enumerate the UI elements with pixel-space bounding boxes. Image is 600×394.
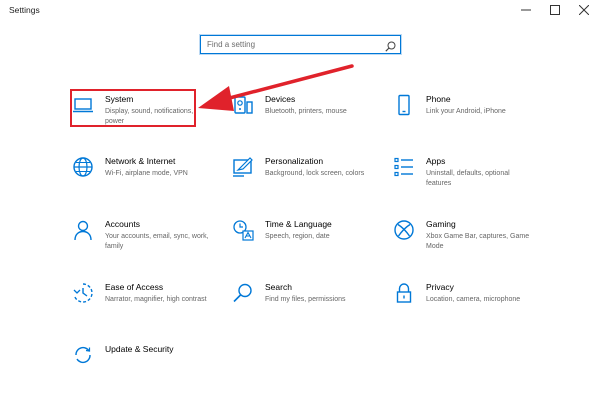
devices-icon xyxy=(232,94,254,116)
apps-list-icon xyxy=(393,156,415,178)
tile-accounts[interactable]: Accounts Your accounts, email, sync, wor… xyxy=(72,219,232,269)
tile-phone[interactable]: Phone Link your Android, iPhone xyxy=(393,94,553,144)
maximize-button[interactable] xyxy=(541,0,569,22)
tile-privacy[interactable]: Privacy Location, camera, microphone xyxy=(393,282,553,332)
search-icon xyxy=(232,282,254,304)
tile-name: Privacy xyxy=(426,282,454,292)
tile-description: Narrator, magnifier, high contrast xyxy=(105,296,207,303)
tile-personalization[interactable]: Personalization Background, lock screen,… xyxy=(232,156,392,206)
tile-devices[interactable]: Devices Bluetooth, printers, mouse xyxy=(232,94,392,144)
title-bar: Settings xyxy=(0,0,600,22)
tile-time-language[interactable]: Time & Language Speech, region, date xyxy=(232,219,392,269)
tile-update-security[interactable]: Update & Security xyxy=(72,344,232,394)
tile-name: Ease of Access xyxy=(105,282,164,292)
maximize-icon xyxy=(550,2,560,20)
tile-ease-of-access[interactable]: Ease of Access Narrator, magnifier, high… xyxy=(72,282,232,332)
ease-of-access-icon xyxy=(72,282,94,304)
minimize-button[interactable] xyxy=(512,0,540,22)
tile-description: Speech, region, date xyxy=(265,233,330,240)
personalization-icon xyxy=(232,156,254,178)
close-icon xyxy=(578,2,590,20)
tile-description: Bluetooth, printers, mouse xyxy=(265,108,347,115)
tile-name: Accounts xyxy=(105,219,140,229)
tile-description: Find my files, permissions xyxy=(265,296,346,303)
tile-apps[interactable]: Apps Uninstall, defaults, optional featu… xyxy=(393,156,553,206)
tile-name: Gaming xyxy=(426,219,456,229)
update-icon xyxy=(72,344,94,366)
lock-icon xyxy=(393,282,415,304)
tile-description: Wi-Fi, airplane mode, VPN xyxy=(105,170,188,177)
close-button[interactable] xyxy=(570,0,598,22)
minimize-icon xyxy=(521,2,531,20)
tile-name: Phone xyxy=(426,94,451,104)
tile-name: Personalization xyxy=(265,156,324,166)
tile-network-internet[interactable]: Network & Internet Wi-Fi, airplane mode,… xyxy=(72,156,232,206)
search-box[interactable]: Find a setting xyxy=(200,35,401,54)
tile-name: Update & Security xyxy=(105,344,174,354)
search-placeholder: Find a setting xyxy=(207,40,256,49)
tile-name: Network & Internet xyxy=(105,156,176,166)
tile-gaming[interactable]: Gaming Xbox Game Bar, captures, Game Mod… xyxy=(393,219,553,269)
tile-description: Your accounts, email, sync, work, family xyxy=(105,233,209,250)
tile-description: Background, lock screen, colors xyxy=(265,170,365,177)
tile-description: Xbox Game Bar, captures, Game Mode xyxy=(426,233,530,250)
phone-icon xyxy=(393,94,415,116)
search-icon[interactable] xyxy=(385,39,396,52)
tile-description: Uninstall, defaults, optional features xyxy=(426,170,510,187)
tile-description: Location, camera, microphone xyxy=(426,296,521,303)
tile-name: Time & Language xyxy=(265,219,332,229)
time-language-icon xyxy=(232,219,254,241)
person-icon xyxy=(72,219,94,241)
tile-search[interactable]: Search Find my files, permissions xyxy=(232,282,392,332)
tile-name: Search xyxy=(265,282,292,292)
tile-name: Devices xyxy=(265,94,296,104)
tile-description: Link your Android, iPhone xyxy=(426,108,506,115)
tile-name: Apps xyxy=(426,156,446,166)
globe-icon xyxy=(72,156,94,178)
xbox-icon xyxy=(393,219,415,241)
window-title: Settings xyxy=(9,5,40,15)
highlight-box xyxy=(70,89,196,127)
